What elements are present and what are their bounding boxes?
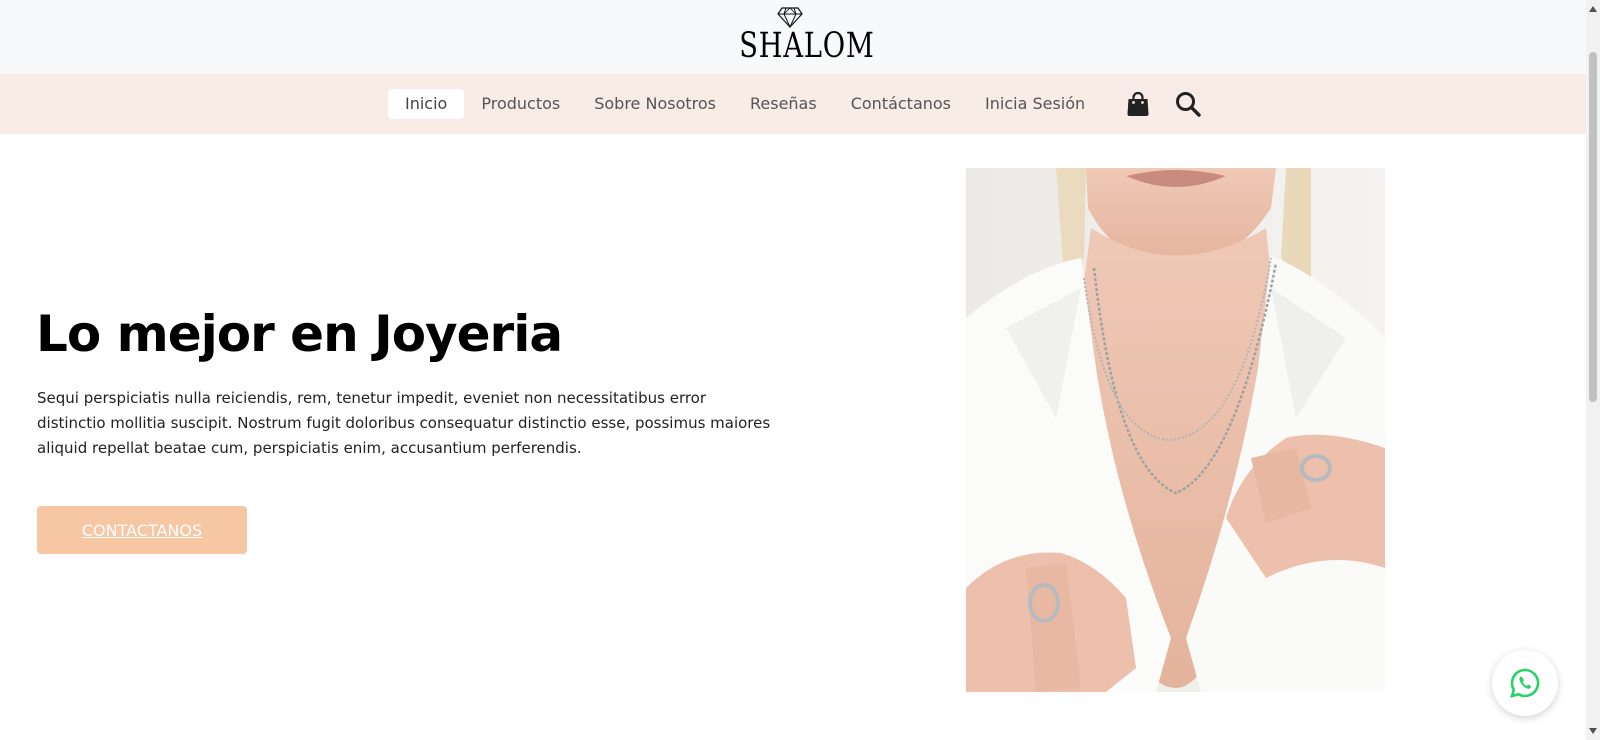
hero-description: Sequi perspiciatis nulla reiciendis, rem… <box>37 389 771 457</box>
jewelry-model-photo <box>966 168 1385 692</box>
nav-item-contactanos[interactable]: Contáctanos <box>834 89 968 119</box>
contact-button[interactable]: CONTACTANOS <box>37 506 247 554</box>
page: SHALOM Inicio Productos Sobre Nosotros R… <box>0 0 1600 740</box>
nav-item-inicia-sesion[interactable]: Inicia Sesión <box>968 89 1102 119</box>
whatsapp-icon <box>1510 668 1540 698</box>
nav-item-productos[interactable]: Productos <box>464 89 577 119</box>
hero-image <box>966 168 1385 692</box>
shopping-bag-icon[interactable] <box>1120 86 1156 122</box>
scrollbar-thumb[interactable] <box>1589 52 1597 402</box>
logo-bar: SHALOM <box>0 0 1586 74</box>
logo-text: SHALOM <box>739 26 875 66</box>
nav-item-resenas[interactable]: Reseñas <box>733 89 834 119</box>
whatsapp-button[interactable] <box>1492 650 1558 716</box>
scroll-up-icon[interactable] <box>1588 4 1598 14</box>
scroll-down-icon[interactable] <box>1588 726 1598 736</box>
hero-title: Lo mejor en Joyeria <box>36 305 563 363</box>
vertical-scrollbar[interactable] <box>1586 0 1600 740</box>
nav-menu: Inicio Productos Sobre Nosotros Reseñas … <box>388 89 1102 119</box>
nav-icons <box>1120 86 1220 122</box>
nav-bar: Inicio Productos Sobre Nosotros Reseñas … <box>0 74 1586 134</box>
logo[interactable]: SHALOM <box>725 6 875 68</box>
search-icon[interactable] <box>1170 86 1206 122</box>
nav-item-inicio[interactable]: Inicio <box>388 89 465 119</box>
nav-item-sobre-nosotros[interactable]: Sobre Nosotros <box>577 89 733 119</box>
diamond-icon <box>777 7 803 28</box>
